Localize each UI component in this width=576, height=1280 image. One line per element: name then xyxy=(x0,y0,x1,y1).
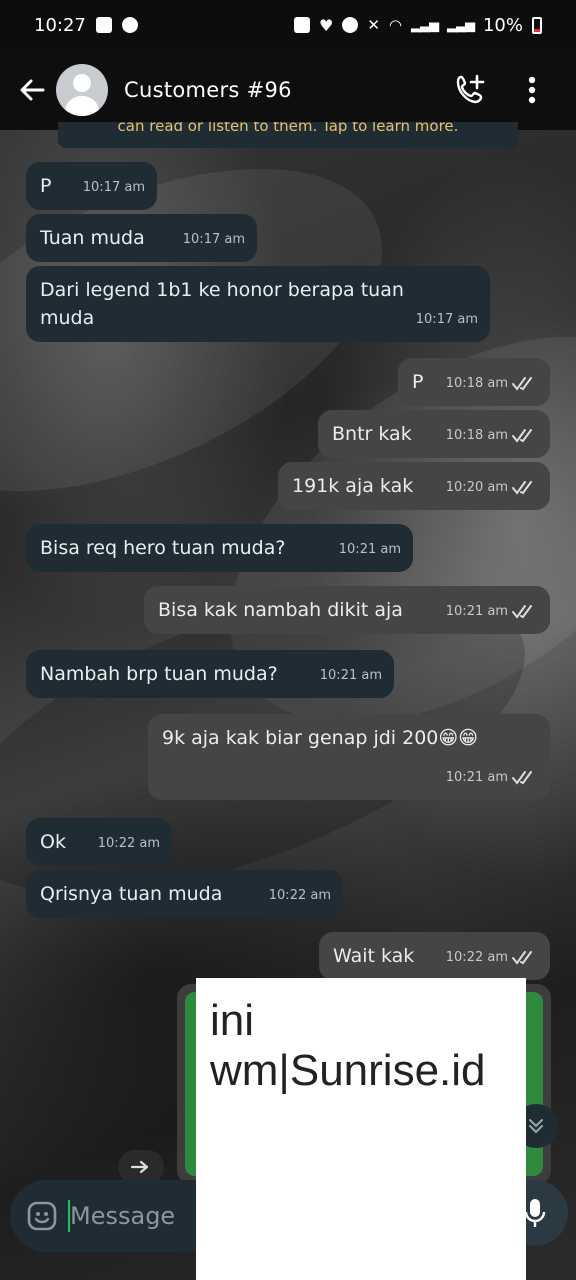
phone-plus-icon xyxy=(456,74,485,104)
message-bubble[interactable]: Bntr kak 10:18 am xyxy=(318,410,550,458)
contact-name[interactable]: Customers #96 xyxy=(124,78,292,102)
message-bubble[interactable]: P 10:17 am xyxy=(26,162,157,210)
message-time: 10:21 am xyxy=(338,542,401,557)
double-check-icon xyxy=(512,429,532,443)
message-bubble[interactable]: Bisa kak nambah dikit aja 10:21 am xyxy=(144,586,550,634)
message-bubble[interactable]: Dari legend 1b1 ke honor berapa tuan mud… xyxy=(26,266,490,342)
battery-icon xyxy=(532,16,542,34)
status-time: 10:27 xyxy=(34,14,86,36)
message-time: 10:17 am xyxy=(415,312,478,327)
battery-percent: 10% xyxy=(482,14,523,36)
chevron-double-down-icon xyxy=(529,1119,543,1134)
do-not-disturb-icon xyxy=(121,17,138,33)
forward-button[interactable] xyxy=(118,1150,164,1184)
wifi-icon: ◠ xyxy=(388,16,402,34)
double-check-icon xyxy=(512,771,532,785)
message-bubble[interactable]: Qrisnya tuan muda 10:22 am xyxy=(26,870,343,918)
message-time: 10:18 am xyxy=(445,376,508,391)
message-bubble[interactable]: P 10:18 am xyxy=(398,358,550,406)
back-button[interactable] xyxy=(12,70,52,110)
double-check-icon xyxy=(512,605,532,619)
watermark-line-1: ini xyxy=(210,996,255,1045)
encryption-notice[interactable]: can read or listen to them. Tap to learn… xyxy=(58,122,518,148)
message-time: 10:21 am xyxy=(445,770,508,785)
message-bubble[interactable]: Wait kak 10:22 am xyxy=(319,932,550,980)
add-call-button[interactable] xyxy=(450,70,490,110)
more-vertical-icon xyxy=(528,76,536,104)
alert-icon xyxy=(95,17,112,33)
double-check-icon xyxy=(512,951,532,965)
message-bubble[interactable]: Nambah brp tuan muda? 10:21 am xyxy=(26,650,394,698)
message-text: Dari legend 1b1 ke honor berapa tuan mud… xyxy=(40,279,404,329)
message-bubble[interactable]: 9k aja kak biar genap jdi 200😁😁 10:21 am xyxy=(148,714,550,800)
status-bar: 10:27 ♥ ✕ ◠ ▂▃▅ ▂▃▅ 10% xyxy=(0,0,576,50)
message-time: 10:21 am xyxy=(445,604,508,619)
forward-icon xyxy=(130,1160,149,1174)
message-text: 9k aja kak biar genap jdi 200😁😁 xyxy=(162,727,478,749)
signal-icon: ▂▃▅ xyxy=(410,17,439,33)
watermark-line-2: wm|Sunrise.id xyxy=(210,1046,486,1095)
double-check-icon xyxy=(512,481,532,495)
message-time: 10:18 am xyxy=(445,428,508,443)
message-bubble[interactable]: Tuan muda 10:17 am xyxy=(26,214,257,262)
message-time: 10:17 am xyxy=(82,180,145,195)
encryption-notice-text: can read or listen to them. Tap to learn… xyxy=(117,122,459,135)
battery-saver-icon xyxy=(293,17,310,33)
microphone-icon xyxy=(524,1199,546,1227)
message-time: 10:22 am xyxy=(268,888,331,903)
avatar[interactable] xyxy=(56,64,108,116)
message-bubble[interactable]: 191k aja kak 10:20 am xyxy=(278,462,550,510)
watermark-overlay: ini wm|Sunrise.id xyxy=(196,978,526,1280)
message-time: 10:20 am xyxy=(445,480,508,495)
message-time: 10:22 am xyxy=(445,950,508,965)
message-time: 10:22 am xyxy=(97,836,160,851)
arrow-left-icon xyxy=(20,79,45,101)
emoji-sticker-icon[interactable] xyxy=(26,1200,58,1232)
message-time: 10:17 am xyxy=(182,232,245,247)
message-bubble[interactable]: Ok 10:22 am xyxy=(26,818,172,866)
signal-icon-2: ▂▃▅ xyxy=(446,17,475,33)
alarm-icon xyxy=(342,17,359,33)
mute-icon: ✕ xyxy=(367,16,380,34)
message-input[interactable]: Message xyxy=(70,1202,175,1230)
message-composer[interactable]: Message xyxy=(10,1180,196,1252)
chat-header: Customers #96 xyxy=(0,50,576,130)
message-bubble[interactable]: Bisa req hero tuan muda? 10:21 am xyxy=(26,524,413,572)
message-time: 10:21 am xyxy=(319,668,382,683)
more-options-button[interactable] xyxy=(512,70,552,110)
heart-icon: ♥ xyxy=(318,15,334,35)
double-check-icon xyxy=(512,377,532,391)
